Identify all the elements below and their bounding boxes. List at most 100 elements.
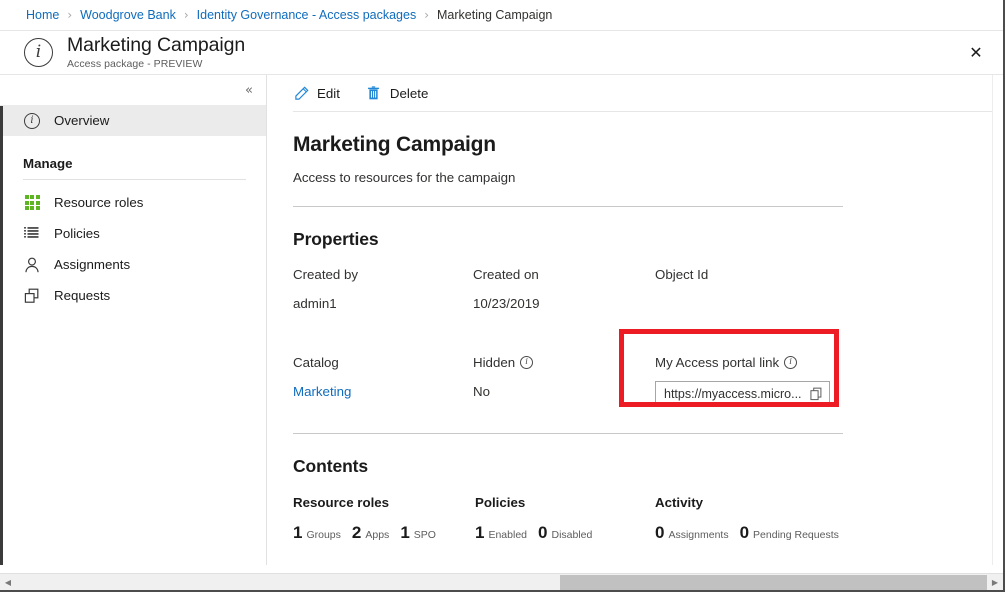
properties-heading: Properties [293,229,1003,250]
content-area: Marketing Campaign Access to resources f… [293,112,1003,541]
main-content: Edit Delete [267,75,1003,575]
stat-value: 2 [352,524,361,541]
title-text-block: Marketing Campaign Access package - PREV… [67,35,245,69]
stat-value: 0 [655,524,664,541]
person-icon [23,256,41,274]
footer-spacer [0,565,1003,573]
breadcrumb-item-current: Marketing Campaign [437,8,552,22]
edit-label: Edit [317,86,340,101]
stat-label: SPO [414,529,436,541]
sidebar-item-label: Assignments [54,258,130,271]
catalog-label: Catalog [293,355,473,370]
breadcrumb-separator: › [424,8,429,22]
resource-roles-stats: 1 Groups 2 Apps 1 SPO [293,510,475,541]
portal-link-input[interactable]: https://myaccess.micro... [655,381,830,407]
scrollbar-track[interactable] [16,574,987,591]
contents-policies-label: Policies [475,495,655,510]
breadcrumb-separator: › [184,8,189,22]
breadcrumb-item-woodgrove-bank[interactable]: Woodgrove Bank [80,8,176,22]
list-icon [23,225,41,243]
sidebar-accent-rail [0,106,3,575]
stat-label: Assignments [668,529,728,541]
object-id-value [655,282,1003,311]
hidden-value: No [473,370,655,407]
breadcrumb-item-identity-governance[interactable]: Identity Governance - Access packages [197,8,417,22]
scroll-left-arrow-icon[interactable]: ◀ [0,574,16,591]
stat-spo: 1 SPO [400,524,436,541]
sidebar-item-requests[interactable]: Requests [0,280,266,311]
sidebar-item-label: Policies [54,227,100,240]
sidebar-item-label: Overview [54,114,109,127]
activity-stats: 0 Assignments 0 Pending Requests [655,510,1003,541]
grid-icon [23,194,41,212]
stat-value: 1 [475,524,484,541]
collapse-chevron-icon[interactable]: « [245,83,252,98]
portal-link-label: My Access portal link i [655,355,1003,370]
created-by-label: Created by [293,267,473,282]
stat-value: 1 [293,524,302,541]
contents-activity-label: Activity [655,495,1003,510]
page-subtitle: Access package - PREVIEW [67,58,245,70]
stat-assignments: 0 Assignments [655,524,729,541]
stat-apps: 2 Apps [352,524,389,541]
info-icon[interactable]: i [784,356,797,369]
scroll-right-arrow-icon[interactable]: ▶ [987,574,1003,591]
copy-pages-icon [23,287,41,305]
blade-title-bar: i Marketing Campaign Access package - PR… [0,31,1003,75]
hidden-label: Hidden i [473,355,655,370]
divider [293,433,843,434]
stat-pending-requests: 0 Pending Requests [740,524,839,541]
sidebar-item-policies[interactable]: Policies [0,218,266,249]
pencil-icon [293,86,309,102]
object-id-label: Object Id [655,267,1003,282]
sidebar: « i Overview Manage Resource role [0,75,267,575]
delete-button[interactable]: Delete [366,86,428,102]
horizontal-scrollbar[interactable]: ◀ ▶ [0,573,1003,590]
info-circle-icon: i [23,112,41,130]
edit-button[interactable]: Edit [293,86,340,102]
page-title: Marketing Campaign [67,35,245,55]
breadcrumb-item-home[interactable]: Home [26,8,59,22]
stat-label: Apps [365,529,389,541]
command-bar: Edit Delete [293,81,1003,112]
portal-link-label-text: My Access portal link [655,355,779,370]
stat-label: Disabled [551,529,592,541]
catalog-value-link[interactable]: Marketing [293,370,473,407]
content-description: Access to resources for the campaign [293,170,1003,185]
sidebar-collapse-row: « [0,75,266,105]
sidebar-divider [23,179,246,180]
divider [293,206,843,207]
stat-value: 1 [400,524,409,541]
sidebar-item-resource-roles[interactable]: Resource roles [0,187,266,218]
azure-portal-blade: Home › Woodgrove Bank › Identity Governa… [0,0,1005,592]
contents-heading: Contents [293,456,1003,477]
stat-value: 0 [740,524,749,541]
portal-link-field-wrap: https://myaccess.micro... [655,370,1003,407]
scrollbar-thumb[interactable] [560,575,987,590]
properties-row-1: Created by Created on Object Id admin1 1… [293,267,1003,311]
blade-body: « i Overview Manage Resource role [0,75,1003,575]
breadcrumb: Home › Woodgrove Bank › Identity Governa… [0,0,1003,31]
close-icon[interactable]: ✕ [959,36,993,70]
sidebar-item-assignments[interactable]: Assignments [0,249,266,280]
sidebar-item-label: Requests [54,289,110,302]
stat-label: Enabled [488,529,527,541]
contents-grid: Resource roles Policies Activity 1 Group… [293,495,1003,541]
vertical-scrollbar[interactable] [992,75,1003,575]
stat-disabled: 0 Disabled [538,524,592,541]
sidebar-group-manage: Manage [0,156,266,171]
content-title: Marketing Campaign [293,133,1003,157]
copy-icon[interactable] [808,387,823,402]
hidden-label-text: Hidden [473,355,515,370]
sidebar-item-label: Resource roles [54,196,143,209]
stat-label: Groups [306,529,340,541]
info-icon[interactable]: i [520,356,533,369]
trash-icon [366,86,382,102]
stat-groups: 1 Groups [293,524,341,541]
info-circle-icon: i [24,38,53,67]
policies-stats: 1 Enabled 0 Disabled [475,510,655,541]
portal-link-value: https://myaccess.micro... [664,387,808,401]
breadcrumb-separator: › [67,8,72,22]
stat-enabled: 1 Enabled [475,524,527,541]
sidebar-item-overview[interactable]: i Overview [0,105,266,136]
